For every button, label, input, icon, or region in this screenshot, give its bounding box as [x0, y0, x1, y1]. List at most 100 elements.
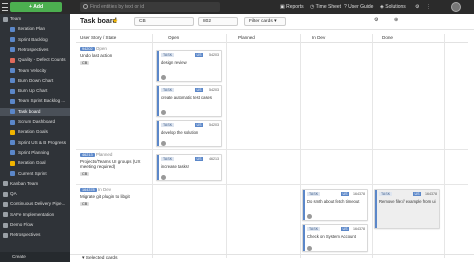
story-row[interactable]: 94202 Open Undo last action CB: [80, 46, 150, 65]
add-button[interactable]: + Add: [10, 2, 62, 12]
star-icon[interactable]: ★: [112, 17, 118, 25]
sidebar-item-label: Burn Up Chart: [18, 88, 48, 94]
story-row[interactable]: 164378 In Dev Migrate git plugin to libg…: [80, 187, 150, 206]
user-guide-label: User Guide: [348, 4, 374, 10]
avatar: [307, 214, 312, 219]
sidebar-item-icon: [3, 191, 8, 197]
card-type: TASK: [161, 123, 175, 127]
sidebar-item-continuous-delivery-pipe[interactable]: Continuous Delivery Pipe...: [0, 200, 70, 208]
column-header-in-dev[interactable]: In Dev: [312, 34, 325, 42]
create-button[interactable]: Create: [12, 254, 26, 259]
user-guide-link[interactable]: ? User Guide: [344, 2, 373, 12]
sidebar-item-icon: [10, 129, 15, 135]
task-card[interactable]: TASK US 46213 increase tasks!: [156, 154, 222, 181]
column-divider: [226, 34, 227, 258]
sidebar-item-sprint-us-b-progress[interactable]: Sprint US & B Progress: [0, 139, 70, 147]
sidebar-item-icon: [10, 140, 15, 146]
sidebar-item-label: Team Velocity: [18, 67, 47, 73]
task-card[interactable]: TASK US 164378 Check on System Account: [302, 224, 368, 252]
story-state: Open: [95, 46, 107, 51]
sidebar-item-retrospectives[interactable]: Retrospectives: [0, 46, 70, 54]
sidebar-item-iteration-goal[interactable]: Iteration Goal: [0, 159, 70, 167]
sidebar-item-icon: [10, 88, 15, 94]
avatar: [161, 175, 166, 180]
sidebar-item-kanban-team[interactable]: Kanban Team: [0, 180, 70, 188]
timesheet-link[interactable]: ◷ Time Sheet: [310, 2, 341, 12]
sidebar-item-retrospectives[interactable]: Retrospectives: [0, 231, 70, 239]
filter-label: Filter cards: [249, 19, 273, 24]
sidebar-item-label: Demo Flow: [10, 222, 34, 227]
column-header-done[interactable]: Done: [382, 34, 393, 42]
task-card[interactable]: TASK US 54203 design review: [156, 50, 222, 82]
count-chip[interactable]: 802: [198, 17, 238, 26]
task-card[interactable]: TASK US 164378 Remove file:// example fr…: [374, 189, 440, 229]
sidebar-item-qa[interactable]: QA: [0, 190, 70, 198]
avatar: [161, 75, 166, 80]
sidebar-item-icon: [3, 212, 8, 218]
user-avatar[interactable]: [451, 2, 461, 12]
menu-icon[interactable]: [2, 3, 8, 11]
sidebar-item-iteration-plan[interactable]: Iteration Plan: [0, 25, 70, 33]
sidebar-item-task-board[interactable]: Task board: [0, 107, 70, 116]
story-name[interactable]: Undo last action: [80, 53, 150, 58]
search-input[interactable]: Find entities by text or id: [80, 2, 220, 12]
story-row[interactable]: 46213 Planned Projects/Teams UI groups (…: [80, 152, 150, 176]
settings-icon[interactable]: ⚙: [415, 2, 419, 12]
sidebar-item-label: SAFe Implementation: [10, 211, 55, 217]
story-id-badge: 164378: [80, 188, 97, 192]
card-type: TASK: [161, 53, 175, 57]
search-icon: [83, 4, 88, 9]
column-divider: [444, 34, 445, 258]
sidebar: Team Iteration Plan Sprint Backlog Retrospe…: [0, 14, 70, 262]
sidebar-item-scrum-dashboard[interactable]: Scrum Dashboard: [0, 118, 70, 126]
sidebar-item-team[interactable]: Team: [0, 15, 70, 23]
card-us-badge: US: [195, 157, 203, 161]
sidebar-item-team-sprint-backlog[interactable]: Team Sprint Backlog ...: [0, 97, 70, 105]
sidebar-item-sprint-planning[interactable]: Sprint Planning: [0, 149, 70, 157]
sidebar-item-iteration-goals[interactable]: Iteration Goals: [0, 128, 70, 136]
card-name: increase tasks!: [161, 164, 189, 169]
sidebar-item-icon: [10, 171, 15, 176]
sidebar-item-current-sprint[interactable]: Current Sprint: [0, 170, 70, 178]
sidebar-item-icon: [10, 98, 15, 104]
card-id: 46213: [209, 157, 219, 161]
filter-cards-button[interactable]: Filter cards ▾: [244, 17, 286, 26]
sidebar-item-sprint-backlog[interactable]: Sprint Backlog: [0, 36, 70, 44]
task-card[interactable]: TASK US 164378 Do smth about fetch timeo…: [302, 189, 368, 221]
column-header-planned[interactable]: Planned: [238, 34, 255, 42]
card-type: TASK: [307, 192, 321, 196]
zoom-icon[interactable]: ⊕: [390, 17, 410, 26]
row-divider: [76, 149, 468, 150]
sidebar-item-quality-defect-counts[interactable]: Quality - Defect Counts: [0, 56, 70, 64]
selected-cards-bar[interactable]: ▾ Selected cards: [70, 254, 474, 262]
story-name[interactable]: Projects/Teams UI groups (UX meeting req…: [80, 159, 150, 169]
sidebar-item-burn-down-chart[interactable]: Burn Down Chart: [0, 77, 70, 85]
card-us-badge: US: [195, 123, 203, 127]
story-name[interactable]: Migrate git plugin to libgit: [80, 194, 150, 199]
sidebar-item-label: Team Sprint Backlog ...: [18, 98, 66, 104]
sidebar-item-safe-implementation[interactable]: SAFe Implementation: [0, 211, 70, 219]
task-card[interactable]: TASK US 54203 create automatic test case…: [156, 85, 222, 117]
main-area: Task board ★ CB 802 Filter cards ▾ ⚙ ⊕ U…: [70, 14, 474, 262]
task-card[interactable]: TASK US 54203 develop the solution: [156, 120, 222, 147]
card-id: 164378: [425, 192, 437, 196]
sidebar-item-icon: [3, 222, 8, 228]
solutions-label: Solutions: [385, 4, 406, 10]
sidebar-item-label: Quality - Defect Counts: [18, 57, 66, 63]
selected-cards-label: Selected cards: [85, 256, 118, 261]
column-header-story[interactable]: User Story / State: [80, 34, 116, 42]
card-name: create automatic test cases: [161, 95, 212, 100]
add-button-label: Add: [33, 4, 44, 10]
sidebar-item-team-velocity[interactable]: Team Velocity: [0, 67, 70, 75]
sidebar-item-label: Burn Down Chart: [18, 77, 54, 83]
sidebar-item-icon: [10, 47, 15, 53]
reports-link[interactable]: ▣ Reports: [280, 2, 304, 12]
view-options-icon[interactable]: ⚙: [370, 17, 390, 26]
sidebar-item-demo-flow[interactable]: Demo Flow: [0, 221, 70, 229]
sidebar-item-burn-up-chart[interactable]: Burn Up Chart: [0, 87, 70, 95]
solutions-link[interactable]: ◈ Solutions: [380, 2, 406, 12]
more-icon[interactable]: ⋮: [426, 2, 431, 12]
sidebar-item-icon: [10, 78, 15, 84]
column-header-open[interactable]: Open: [168, 34, 179, 42]
team-filter-chip[interactable]: CB: [134, 17, 194, 26]
